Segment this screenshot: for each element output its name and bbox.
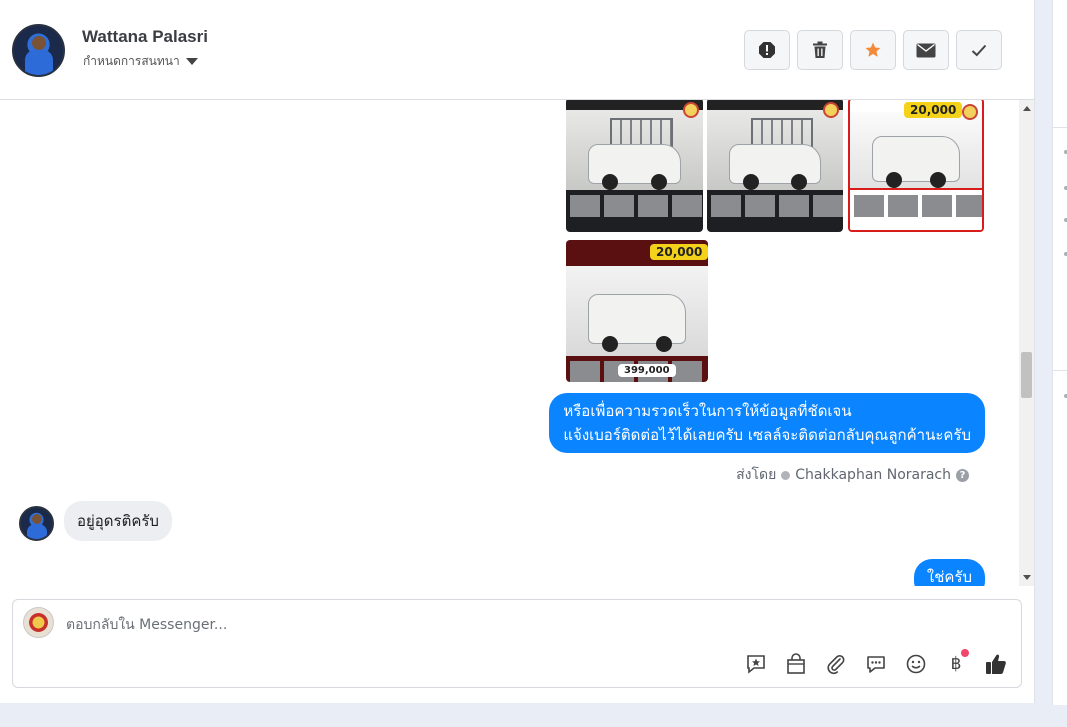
- incoming-message[interactable]: อยู่อุดรติครับ: [64, 501, 172, 541]
- avatar-face: [32, 514, 42, 524]
- emoji-icon: [906, 654, 926, 674]
- truck-shape: [588, 294, 686, 344]
- notification-dot: [961, 649, 969, 657]
- contact-avatar-small[interactable]: [19, 506, 54, 541]
- truck-shape: [872, 136, 960, 182]
- truck-wheel: [791, 174, 807, 190]
- help-icon[interactable]: ?: [956, 468, 969, 482]
- alert-octagon-icon: [759, 42, 775, 58]
- scroll-up-arrow-icon[interactable]: [1023, 106, 1031, 111]
- ad-footer-band: [850, 188, 982, 230]
- composer-toolbar: ฿: [743, 649, 1009, 677]
- bottom-bar: [0, 703, 1052, 727]
- truck-wheel: [886, 172, 902, 188]
- avatar-face: [32, 36, 46, 50]
- truck-wheel: [602, 336, 618, 352]
- outgoing-message[interactable]: หรือเพื่อความรวดเร็วในการให้ข้อมูลที่ชัด…: [549, 393, 985, 453]
- paperclip-icon: [827, 655, 845, 675]
- avatar-shirt: [27, 524, 47, 539]
- ad-price-tag: 20,000: [904, 102, 963, 118]
- sent-by-info: ส่งโดย Chakkaphan Norarach ?: [736, 464, 969, 486]
- report-button[interactable]: [744, 30, 790, 70]
- ad-footer-band: [566, 190, 703, 232]
- scroll-down-arrow-icon[interactable]: [1023, 575, 1031, 580]
- dealer-logo-icon: [683, 102, 699, 118]
- car-ad-image[interactable]: 20,000: [848, 100, 984, 232]
- ad-car-price: 399,000: [618, 364, 676, 377]
- message-line: หรือเพื่อความรวดเร็วในการให้ข้อมูลที่ชัด…: [563, 402, 852, 420]
- contact-name[interactable]: Wattana Palasri: [82, 27, 208, 47]
- thread-scrollbar[interactable]: [1019, 100, 1034, 586]
- truck-wheel: [743, 174, 759, 190]
- right-sidebar-edge: [1052, 0, 1067, 705]
- chevron-down-icon: [185, 58, 198, 65]
- emoji-button[interactable]: [903, 651, 929, 677]
- page-avatar: [23, 607, 54, 638]
- dealer-logo-icon: [962, 104, 978, 120]
- conversation-header: Wattana Palasri กำหนดการสนทนา: [0, 0, 1035, 100]
- assign-conversation-dropdown[interactable]: กำหนดการสนทนา: [83, 52, 198, 71]
- saved-reply-icon: [867, 656, 885, 673]
- baht-payment-icon: ฿: [950, 654, 962, 674]
- attach-button[interactable]: [823, 651, 849, 677]
- truck-wheel: [602, 174, 618, 190]
- outgoing-message[interactable]: ใช่ครับ: [913, 559, 985, 586]
- thumbs-up-icon: [986, 654, 1006, 674]
- star-reply-icon: [747, 655, 765, 674]
- saved-reply-button[interactable]: [743, 651, 769, 677]
- sidebar-divider: [1053, 127, 1067, 128]
- ad-price-tag: 20,000: [650, 244, 708, 260]
- truck-wheel: [930, 172, 946, 188]
- header-actions: [744, 30, 1002, 70]
- like-button[interactable]: [983, 651, 1009, 677]
- truck-wheel: [651, 174, 667, 190]
- trash-icon: [813, 41, 827, 58]
- shopping-bag-icon: [787, 653, 805, 674]
- assign-conversation-label: กำหนดการสนทนา: [83, 54, 180, 68]
- car-ad-image[interactable]: [707, 100, 843, 232]
- message-line: แจ้งเบอร์ติดต่อไว้ได้เลยครับ เซลล์จะติดต…: [563, 426, 971, 444]
- check-icon: [971, 44, 987, 56]
- star-icon: [865, 42, 881, 57]
- envelope-icon: [916, 43, 936, 57]
- star-button[interactable]: [850, 30, 896, 70]
- agent-status-icon: [781, 470, 791, 480]
- car-ad-image[interactable]: 20,000 399,000: [566, 240, 708, 382]
- scrollbar-thumb[interactable]: [1021, 352, 1032, 398]
- ad-footer-band: [707, 190, 843, 232]
- reply-composer: ฿: [12, 599, 1022, 688]
- truck-wheel: [656, 336, 672, 352]
- done-button[interactable]: [956, 30, 1002, 70]
- payment-button[interactable]: ฿: [943, 649, 969, 677]
- car-ad-image[interactable]: [566, 100, 703, 232]
- sent-by-label: ส่งโดย: [736, 467, 777, 483]
- contact-avatar[interactable]: [12, 24, 65, 77]
- delete-button[interactable]: [797, 30, 843, 70]
- reply-input[interactable]: [66, 614, 966, 636]
- sent-by-agent[interactable]: Chakkaphan Norarach: [795, 467, 951, 483]
- shop-button[interactable]: [783, 651, 809, 677]
- quick-reply-button[interactable]: [863, 651, 889, 677]
- message-thread: 20,000 20,000 399,000 หรือเพื่อความรวดเร…: [0, 100, 1019, 586]
- mark-unread-button[interactable]: [903, 30, 949, 70]
- dealer-logo-icon: [823, 102, 839, 118]
- sidebar-divider: [1053, 370, 1067, 371]
- avatar-shirt: [25, 50, 53, 75]
